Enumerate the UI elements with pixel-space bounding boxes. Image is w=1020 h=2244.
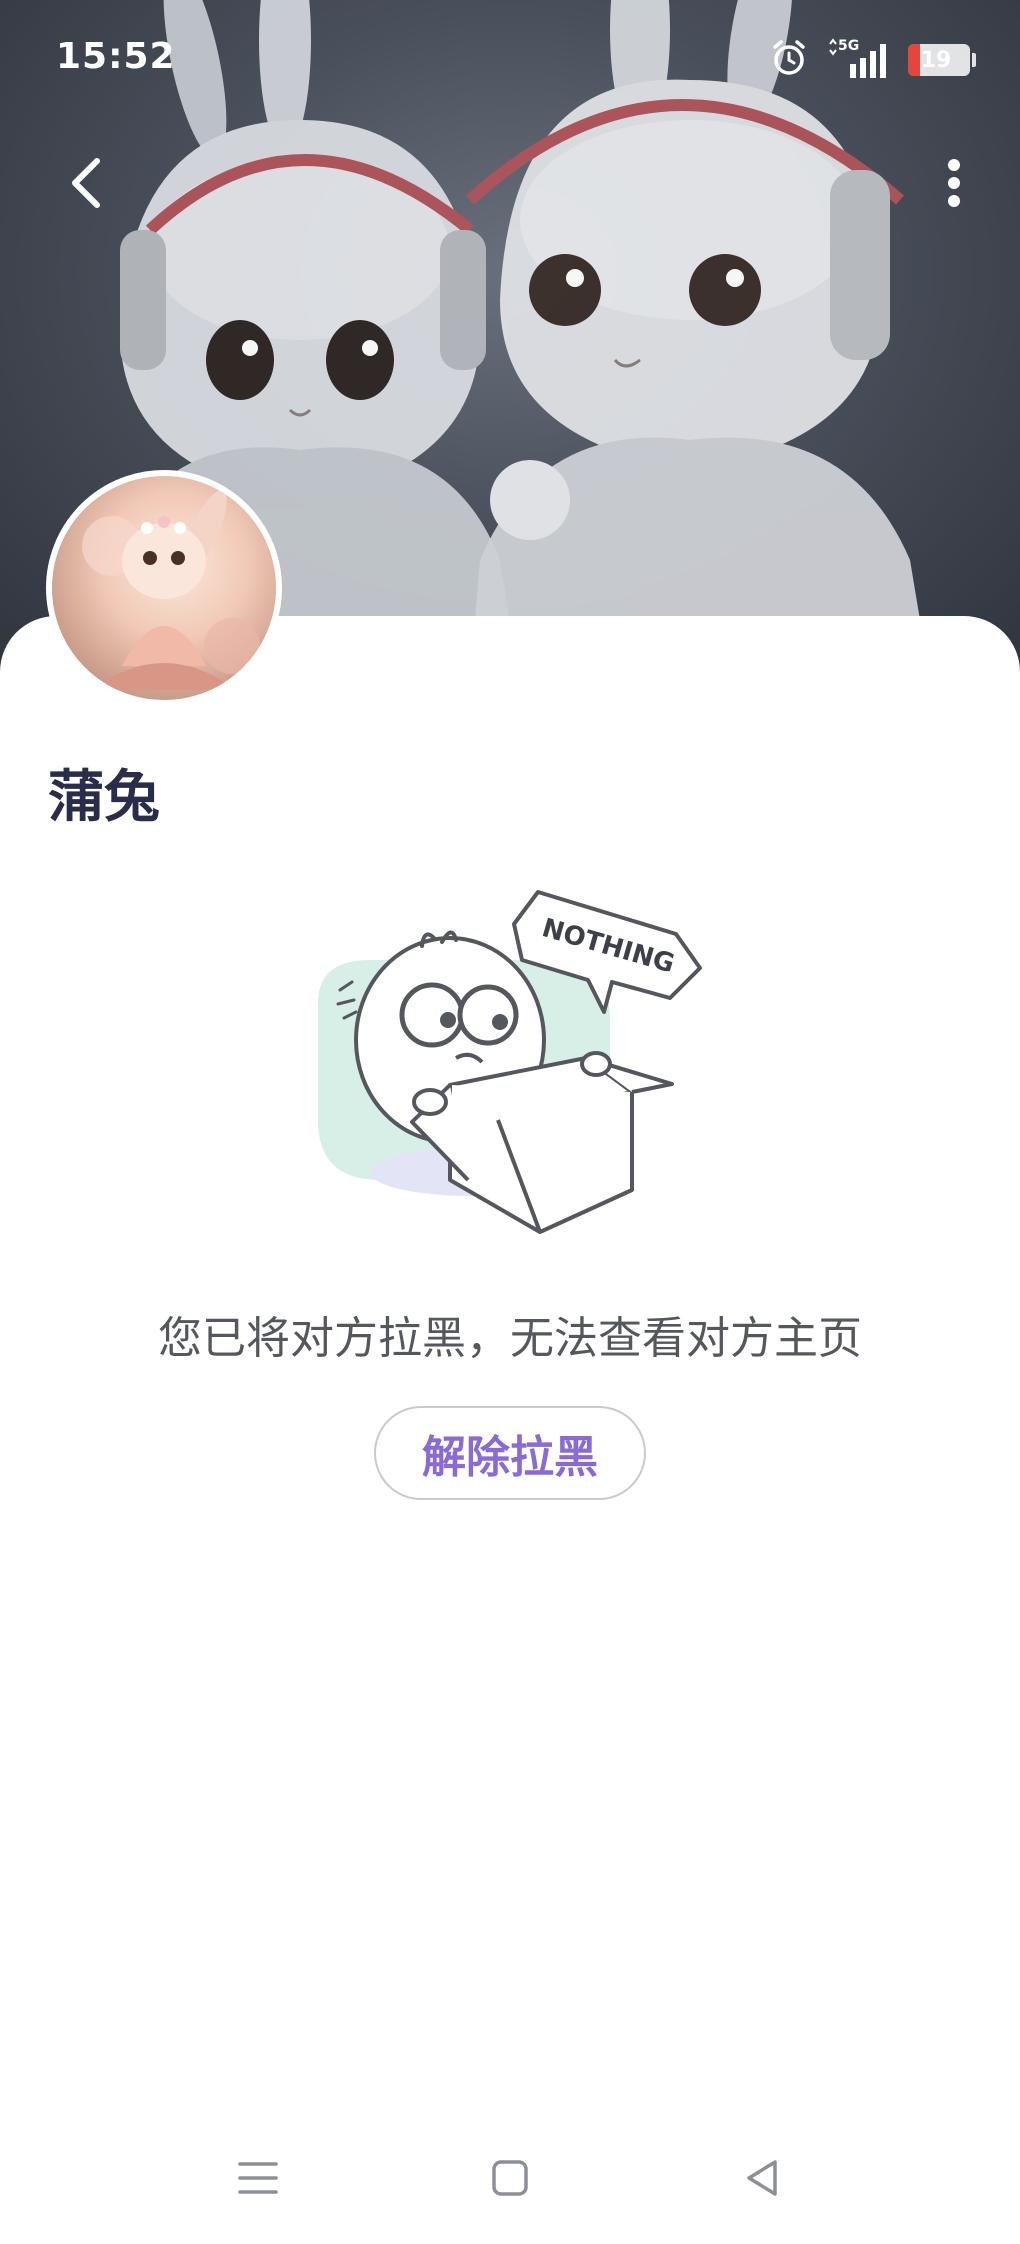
nothing-illustration: NOTHING [310, 880, 720, 1240]
chevron-left-icon [67, 155, 107, 215]
more-options-button[interactable] [928, 150, 980, 220]
blocked-message: 您已将对方拉黑，无法查看对方主页 [158, 1313, 862, 1364]
nav-home-button[interactable] [470, 2140, 550, 2220]
back-button[interactable] [52, 150, 122, 220]
signal-icon: 5G [826, 38, 890, 82]
battery-tip [972, 53, 976, 67]
profile-nickname: 蒲兔 [48, 765, 160, 830]
status-icons: 5G 19 [770, 38, 976, 82]
square-home-icon [491, 2159, 529, 2201]
unblock-button[interactable]: 解除拉黑 [374, 1406, 646, 1500]
avatar[interactable] [46, 470, 282, 706]
alarm-icon [770, 39, 808, 81]
triangle-back-icon [743, 2158, 781, 2202]
status-time: 15:52 [56, 36, 176, 77]
battery-icon: 19 [908, 44, 976, 76]
system-nav-bar [0, 2140, 1020, 2220]
status-bar: 15:52 5G 19 [0, 0, 1020, 120]
menu-icon [238, 2160, 278, 2200]
more-vertical-icon [944, 155, 964, 215]
nav-menu-button[interactable] [218, 2140, 298, 2220]
nav-back-button[interactable] [722, 2140, 802, 2220]
battery-body: 19 [908, 44, 970, 76]
battery-level: 19 [920, 47, 952, 73]
